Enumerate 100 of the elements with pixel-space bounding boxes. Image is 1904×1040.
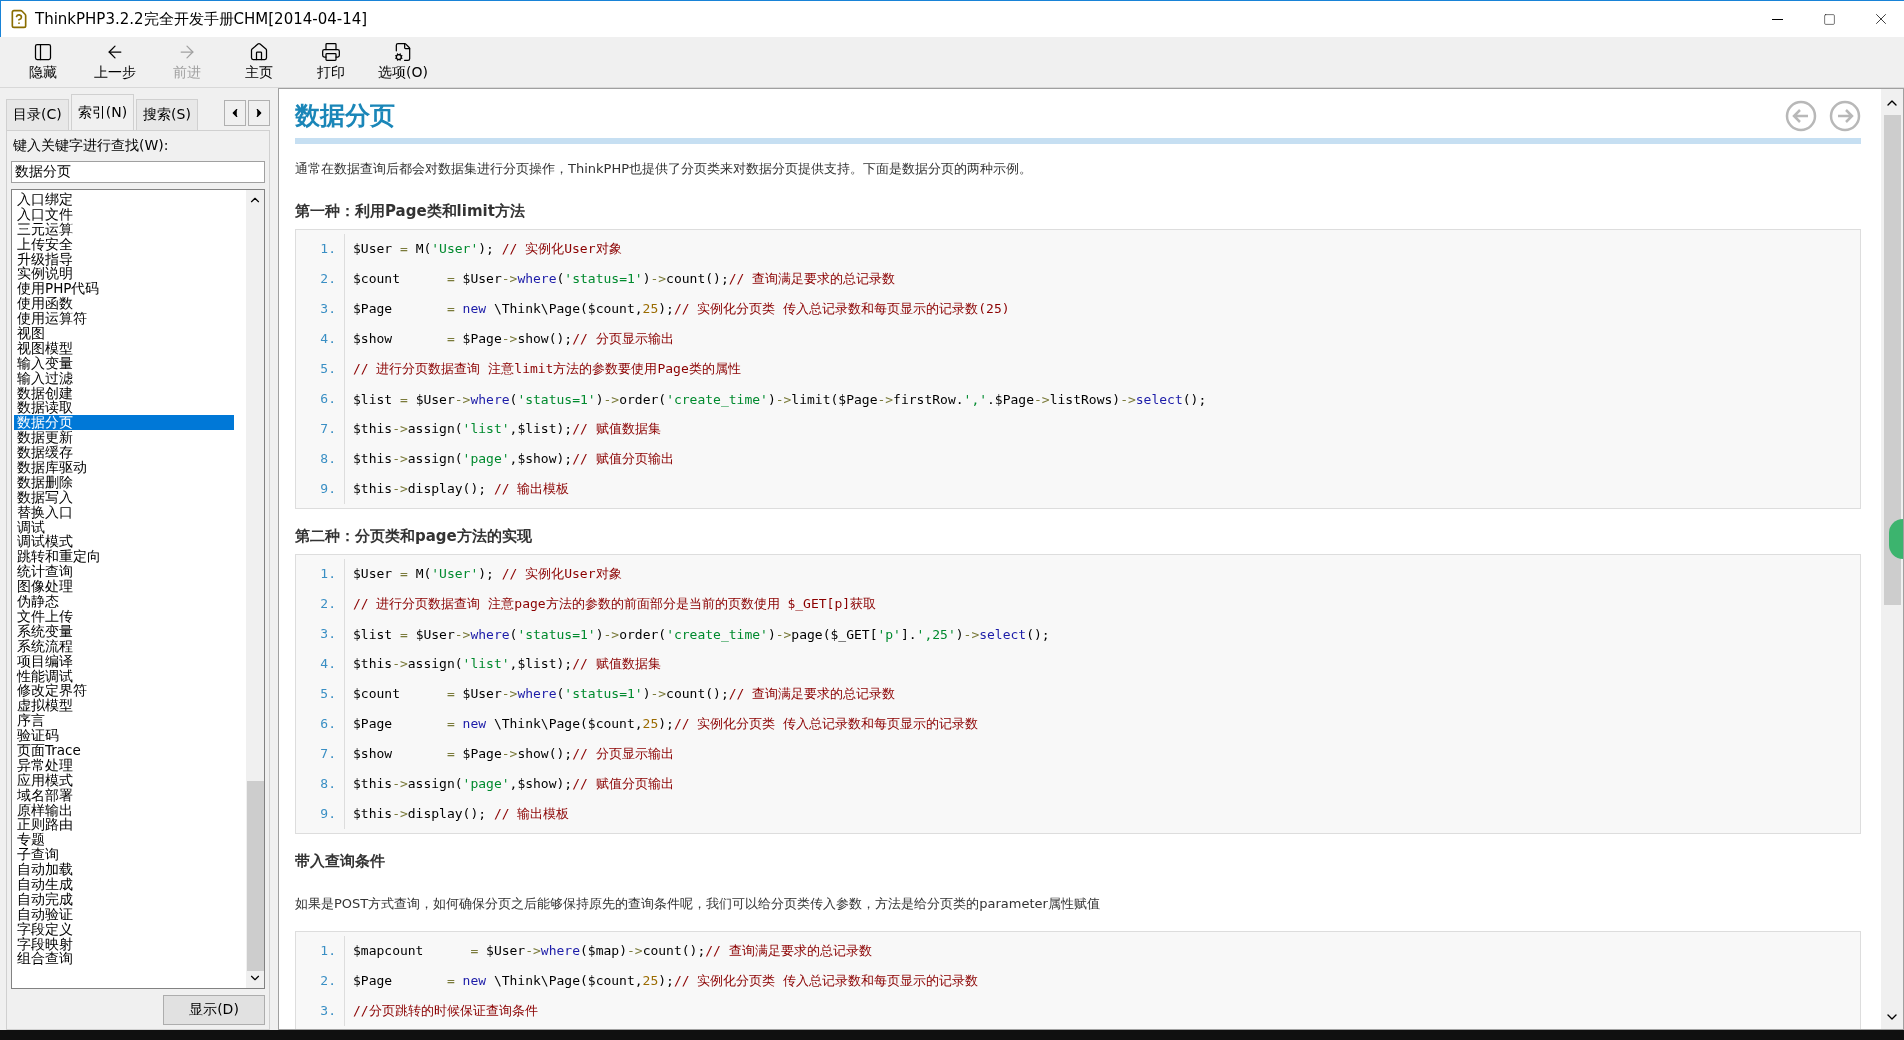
code-line: $show = $Page->show();// 分页显示输出 xyxy=(352,745,674,763)
pane-tab[interactable]: 搜索(S) xyxy=(136,99,198,130)
index-item[interactable]: 正则路由 xyxy=(14,817,234,833)
index-item[interactable]: 应用模式 xyxy=(14,772,234,788)
index-item[interactable]: 数据写入 xyxy=(14,489,234,505)
line-number: 3. xyxy=(296,619,345,649)
index-item[interactable]: 输入过滤 xyxy=(14,370,234,386)
index-item[interactable]: 虚拟模型 xyxy=(14,698,234,714)
line-number: 3. xyxy=(296,294,345,324)
paragraph: 通常在数据查询后都会对数据集进行分页操作，ThinkPHP也提供了分页类来对数据分页提供支持。下面是数据分页的两种示例。 xyxy=(295,160,1033,178)
index-item[interactable]: 入口文件 xyxy=(14,206,234,222)
code-line: $this->assign('page',$show);// 赋值分页输出 xyxy=(352,775,674,793)
tab-scroll-right-button[interactable] xyxy=(248,100,270,126)
toolbar-button[interactable]: 选项(O) xyxy=(374,37,432,87)
index-item[interactable]: 序言 xyxy=(14,713,234,729)
index-item[interactable]: 文件上传 xyxy=(14,608,234,624)
previous-page-icon[interactable] xyxy=(1785,99,1817,132)
index-item[interactable]: 输入变量 xyxy=(14,355,234,371)
index-item[interactable]: 原样输出 xyxy=(14,802,234,818)
index-item[interactable]: 域名部署 xyxy=(14,787,234,803)
index-item[interactable]: 上传安全 xyxy=(14,236,234,252)
pane-tab[interactable]: 目录(C) xyxy=(6,99,69,130)
line-number: 2. xyxy=(296,966,345,996)
code-line: $User = M('User'); // 实例化User对象 xyxy=(352,240,622,258)
index-item[interactable]: 统计查询 xyxy=(14,564,234,580)
index-item[interactable]: 数据删除 xyxy=(14,474,234,490)
index-item[interactable]: 异常处理 xyxy=(14,757,234,773)
settings-icon xyxy=(393,42,413,62)
code-line: //分页跳转的时候保证查询条件 xyxy=(352,1002,538,1020)
pane-tab[interactable]: 索引(N) xyxy=(70,94,135,130)
code-line: $Page = new \Think\Page($count,25);// 实例化分页类 传入总记录数和每页显示的记录数 xyxy=(352,715,979,733)
index-item[interactable]: 入口绑定 xyxy=(14,192,234,207)
display-button[interactable]: 显示(D) xyxy=(163,995,265,1025)
scrollbar[interactable] xyxy=(246,190,264,988)
code-line: $Page = new \Think\Page($count,25);// 实例化分页类 传入总记录数和每页显示的记录数 xyxy=(352,972,979,990)
index-item[interactable]: 跳转和重定向 xyxy=(14,549,234,565)
code-line: $this->display(); // 输出模板 xyxy=(352,805,570,823)
printer-icon xyxy=(321,42,341,62)
index-item[interactable]: 升级指导 xyxy=(14,251,234,267)
index-item[interactable]: 数据更新 xyxy=(14,430,234,446)
code-line: $this->assign('list',$list);// 赋值数据集 xyxy=(352,655,661,673)
line-number: 9. xyxy=(296,474,345,504)
index-item[interactable]: 项目编译 xyxy=(14,653,234,669)
index-item[interactable]: 自动生成 xyxy=(14,876,234,892)
toolbar-button[interactable]: 打印 xyxy=(302,37,360,87)
index-item[interactable]: 伪静态 xyxy=(14,594,234,609)
line-number: 8. xyxy=(296,444,345,474)
toolbar-button[interactable]: 隐藏 xyxy=(14,37,72,87)
toolbar-button[interactable]: 主页 xyxy=(230,37,288,87)
index-item[interactable]: 字段映射 xyxy=(14,936,234,952)
index-item[interactable]: 数据分页 xyxy=(14,415,234,431)
code-line: $this->assign('list',$list);// 赋值数据集 xyxy=(352,420,661,438)
toolbar-button[interactable]: 上一步 xyxy=(86,37,144,87)
index-item[interactable]: 自动完成 xyxy=(14,891,234,907)
section-heading: 第一种：利用Page类和limit方法 xyxy=(295,202,526,221)
index-item[interactable]: 数据创建 xyxy=(14,385,234,401)
index-item[interactable]: 系统变量 xyxy=(14,623,234,639)
line-number: 7. xyxy=(296,739,345,769)
index-item[interactable]: 自动加载 xyxy=(14,862,234,877)
next-page-icon[interactable] xyxy=(1829,99,1861,132)
scrollbar[interactable] xyxy=(1881,89,1903,1029)
line-number: 2. xyxy=(296,264,345,294)
line-number: 5. xyxy=(296,679,345,709)
index-item[interactable]: 实例说明 xyxy=(14,266,234,282)
index-item[interactable]: 替换入口 xyxy=(14,504,234,520)
index-item[interactable]: 字段定义 xyxy=(14,921,234,937)
index-item[interactable]: 验证码 xyxy=(14,728,234,743)
home-icon xyxy=(249,42,269,62)
code-line: $Page = new \Think\Page($count,25);// 实例化分页类 传入总记录数和每页显示的记录数(25) xyxy=(352,300,1010,318)
line-number: 6. xyxy=(296,709,345,739)
scrollbar-thumb[interactable] xyxy=(1883,115,1901,605)
index-item[interactable]: 性能调试 xyxy=(14,668,234,684)
index-item[interactable]: 使用运算符 xyxy=(14,311,234,326)
keyword-field[interactable]: 数据分页 xyxy=(11,161,265,183)
index-item[interactable]: 调试 xyxy=(14,519,234,535)
line-number: 1. xyxy=(296,234,345,264)
line-number: 6. xyxy=(296,384,345,414)
index-item[interactable]: 三元运算 xyxy=(14,221,234,237)
line-number: 5. xyxy=(296,354,345,384)
index-item[interactable]: 组合查询 xyxy=(14,951,234,967)
line-number: 4. xyxy=(296,649,345,679)
index-item[interactable]: 页面Trace xyxy=(14,742,234,758)
index-item[interactable]: 图像处理 xyxy=(14,579,234,595)
index-item[interactable]: 使用函数 xyxy=(14,296,234,312)
scrollbar-thumb[interactable] xyxy=(246,781,264,971)
index-item[interactable]: 自动验证 xyxy=(14,906,234,922)
tab-scroll-left-button[interactable] xyxy=(224,100,246,126)
index-item[interactable]: 调试模式 xyxy=(14,534,234,550)
index-item[interactable]: 视图模型 xyxy=(14,340,234,356)
code-line: $mapcount = $User->where($map)->count();// 查询满足要求的总记录数 xyxy=(352,942,872,960)
help-file-icon xyxy=(9,9,29,29)
index-item[interactable]: 数据缓存 xyxy=(14,445,234,461)
index-item[interactable]: 使用PHP代码 xyxy=(14,281,234,297)
index-item[interactable]: 子查询 xyxy=(14,847,234,863)
index-item[interactable]: 数据读取 xyxy=(14,400,234,416)
index-item[interactable]: 系统流程 xyxy=(14,638,234,654)
index-item[interactable]: 视图 xyxy=(14,326,234,341)
index-item[interactable]: 修改定界符 xyxy=(14,683,234,699)
index-item[interactable]: 数据库驱动 xyxy=(14,460,234,475)
index-item[interactable]: 专题 xyxy=(14,832,234,848)
